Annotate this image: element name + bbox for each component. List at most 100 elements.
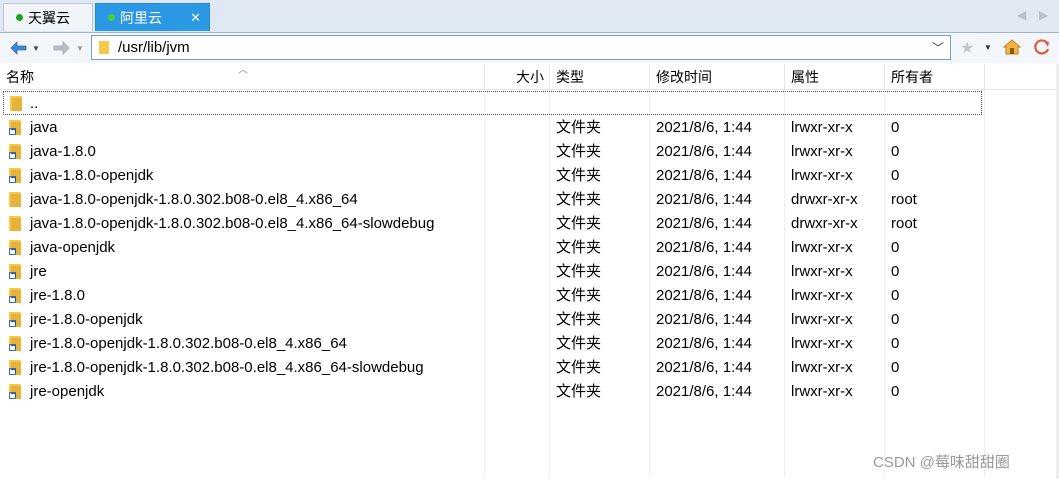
home-icon[interactable] [1002, 38, 1022, 56]
folder-icon [10, 96, 22, 111]
folder-shortcut-icon [9, 120, 21, 135]
column-modified-label: 修改时间 [656, 69, 712, 85]
column-header-owner[interactable]: 所有者 [885, 64, 985, 89]
file-attributes: lrwxr-xr-x [791, 167, 853, 184]
file-owner: 0 [891, 167, 900, 184]
chevron-down-icon[interactable]: ▼ [984, 43, 992, 52]
forward-arrow-icon [53, 41, 70, 55]
chevron-down-icon[interactable]: ▼ [32, 44, 40, 53]
column-header-modified[interactable]: 修改时间 [650, 64, 785, 89]
watermark: CSDN @莓味甜甜圈 [873, 454, 1010, 471]
file-owner: 0 [891, 239, 900, 256]
back-button[interactable]: ▼ [8, 36, 40, 60]
file-row[interactable]: java-1.8.0-openjdk-1.8.0.302.b08-0.el8_4… [0, 211, 1059, 235]
folder-shortcut-icon [9, 288, 21, 303]
column-size-label: 大小 [516, 69, 544, 85]
file-owner: 0 [891, 119, 900, 136]
file-name: java-openjdk [30, 239, 116, 256]
column-header-name[interactable]: 名称 ︿ [0, 64, 485, 89]
toolbar: ▼ ▼ /usr/lib/jvm ﹀ ★ ▼ [0, 33, 1059, 63]
file-name: jre-1.8.0-openjdk [30, 311, 143, 328]
file-modified: 2021/8/6, 1:44 [656, 383, 752, 400]
file-modified: 2021/8/6, 1:44 [656, 287, 752, 304]
file-row[interactable]: jre-1.8.0-openjdk 文件夹 2021/8/6, 1:44 lrwxr-… [0, 307, 1059, 331]
file-row[interactable]: java-1.8.0-openjdk 文件夹 2021/8/6, 1:44 lrwxr… [0, 163, 1059, 187]
column-attributes-label: 属性 [791, 69, 819, 85]
file-row[interactable]: jre-openjdk 文件夹 2021/8/6, 1:44 lrwxr-xr-x 0 [0, 379, 1059, 403]
file-attributes: lrwxr-xr-x [791, 311, 853, 328]
file-name: java-1.8.0 [30, 143, 96, 160]
file-owner: 0 [891, 311, 900, 328]
column-header-size[interactable]: 大小 [485, 64, 550, 89]
tab-scroll-right-icon[interactable]: ▶ [1039, 8, 1048, 22]
file-row[interactable]: jre-1.8.0 文件夹 2021/8/6, 1:44 lrwxr-xr-x 0 [0, 283, 1059, 307]
file-row[interactable]: java-1.8.0-openjdk-1.8.0.302.b08-0.el8_4… [0, 187, 1059, 211]
file-owner: 0 [891, 263, 900, 280]
connected-status-icon [108, 14, 115, 21]
column-name-label: 名称 [6, 69, 34, 85]
address-path[interactable]: /usr/lib/jvm [118, 39, 190, 56]
file-name: jre-1.8.0 [30, 287, 86, 304]
folder-icon [99, 41, 109, 54]
file-modified: 2021/8/6, 1:44 [656, 335, 752, 352]
folder-shortcut-icon [9, 144, 21, 159]
file-row[interactable]: java-openjdk 文件夹 2021/8/6, 1:44 lrwxr-xr-x 0 [0, 235, 1059, 259]
file-type: 文件夹 [556, 383, 602, 400]
file-attributes: lrwxr-xr-x [791, 119, 853, 136]
file-attributes: lrwxr-xr-x [791, 287, 853, 304]
file-row[interactable]: jre-1.8.0-openjdk-1.8.0.302.b08-0.el8_4.… [0, 331, 1059, 355]
chevron-down-icon[interactable]: ▼ [76, 44, 84, 53]
forward-button[interactable]: ▼ [52, 36, 84, 60]
file-type: 文件夹 [556, 215, 602, 232]
file-owner: 0 [891, 335, 900, 352]
sort-ascending-icon: ︿ [238, 65, 248, 76]
file-modified: 2021/8/6, 1:44 [656, 143, 752, 160]
tab-aliyun[interactable]: 阿里云 ✕ [95, 3, 210, 31]
file-modified: 2021/8/6, 1:44 [656, 119, 752, 136]
file-attributes: lrwxr-xr-x [791, 335, 853, 352]
file-attributes: drwxr-xr-x [791, 191, 858, 208]
refresh-icon[interactable] [1032, 38, 1052, 56]
file-modified: 2021/8/6, 1:44 [656, 191, 752, 208]
file-list: .. java 文件夹 2021/8/6, 1:44 lrwxr-xr-x 0 java… [0, 91, 1059, 403]
file-owner: 0 [891, 359, 900, 376]
file-row[interactable]: jre-1.8.0-openjdk-1.8.0.302.b08-0.el8_4.… [0, 355, 1059, 379]
file-row[interactable]: jre 文件夹 2021/8/6, 1:44 lrwxr-xr-x 0 [0, 259, 1059, 283]
file-owner: 0 [891, 143, 900, 160]
folder-shortcut-icon [9, 312, 21, 327]
file-attributes: lrwxr-xr-x [791, 143, 853, 160]
parent-directory-label: .. [30, 95, 39, 112]
file-owner: 0 [891, 287, 900, 304]
file-name: jre [30, 263, 47, 280]
close-tab-icon[interactable]: ✕ [190, 10, 201, 26]
folder-shortcut-icon [9, 336, 21, 351]
chevron-down-icon[interactable]: ﹀ [932, 39, 944, 56]
parent-directory-row[interactable]: .. [3, 91, 982, 115]
folder-shortcut-icon [9, 384, 21, 399]
file-name: jre-1.8.0-openjdk-1.8.0.302.b08-0.el8_4.… [30, 335, 347, 352]
column-header-attributes[interactable]: 属性 [785, 64, 885, 89]
column-header-type[interactable]: 类型 [550, 64, 650, 89]
file-type: 文件夹 [556, 167, 602, 184]
file-name: jre-openjdk [30, 383, 105, 400]
tab-label: 天翼云 [28, 9, 70, 26]
file-owner: root [891, 215, 917, 232]
tab-bar: 天翼云 阿里云 ✕ ◀ ▶ [0, 0, 1059, 33]
folder-shortcut-icon [9, 168, 21, 183]
file-attributes: lrwxr-xr-x [791, 359, 853, 376]
file-modified: 2021/8/6, 1:44 [656, 359, 752, 376]
file-name: jre-1.8.0-openjdk-1.8.0.302.b08-0.el8_4.… [30, 359, 424, 376]
tab-scroll-left-icon[interactable]: ◀ [1017, 8, 1026, 22]
file-type: 文件夹 [556, 359, 602, 376]
tab-tianyiyun[interactable]: 天翼云 [3, 3, 93, 31]
file-type: 文件夹 [556, 191, 602, 208]
folder-shortcut-icon [9, 240, 21, 255]
connected-status-icon [16, 14, 23, 21]
address-bar[interactable]: /usr/lib/jvm ﹀ [91, 35, 951, 60]
file-modified: 2021/8/6, 1:44 [656, 215, 752, 232]
file-modified: 2021/8/6, 1:44 [656, 311, 752, 328]
file-row[interactable]: java 文件夹 2021/8/6, 1:44 lrwxr-xr-x 0 [0, 115, 1059, 139]
star-icon[interactable]: ★ [960, 38, 974, 58]
file-name: java-1.8.0-openjdk-1.8.0.302.b08-0.el8_4… [30, 215, 435, 232]
file-row[interactable]: java-1.8.0 文件夹 2021/8/6, 1:44 lrwxr-xr-x 0 [0, 139, 1059, 163]
